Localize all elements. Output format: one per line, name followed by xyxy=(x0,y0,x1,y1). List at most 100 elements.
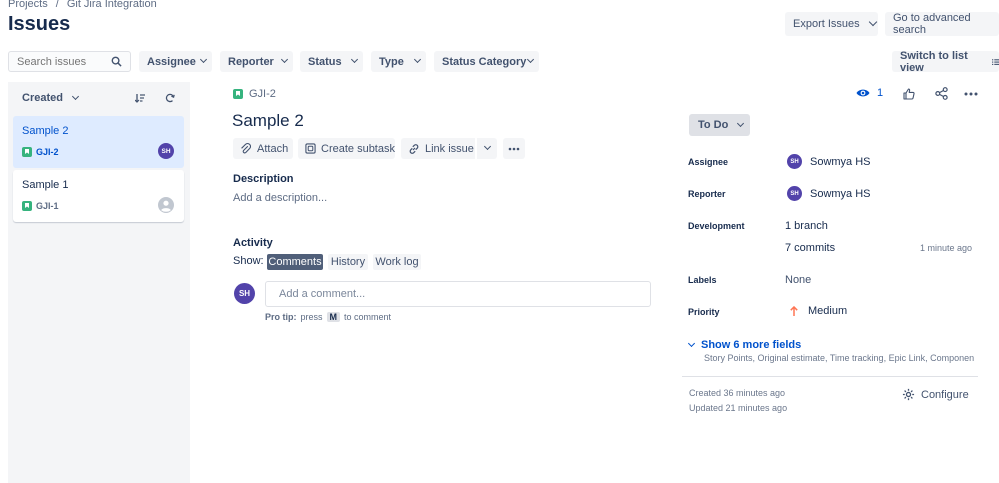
export-issues-label: Export Issues xyxy=(793,18,860,30)
status-filter-label: Status xyxy=(308,55,342,68)
status-value: To Do xyxy=(698,119,729,131)
priority-name: Medium xyxy=(808,305,848,317)
comment-input[interactable]: Add a comment... xyxy=(265,281,651,307)
switch-list-view-button[interactable]: Switch to list view xyxy=(892,49,999,74)
pro-tip-prefix: Pro tip: xyxy=(265,312,297,322)
avatar: SH xyxy=(787,186,802,201)
chevron-down-icon xyxy=(199,55,208,64)
comment-placeholder: Add a comment... xyxy=(279,288,366,300)
create-subtask-button[interactable]: Create subtask xyxy=(298,138,395,159)
advanced-search-button[interactable]: Go to advanced search xyxy=(885,12,999,36)
subtask-icon xyxy=(305,143,316,154)
tab-work-log[interactable]: Work log xyxy=(373,254,421,270)
priority-label: Priority xyxy=(688,307,720,317)
assignee-name: Sowmya HS xyxy=(810,155,871,168)
show-more-fields-label: Show 6 more fields xyxy=(701,339,802,351)
commits-time: 1 minute ago xyxy=(920,243,973,253)
share-icon[interactable] xyxy=(935,87,948,100)
issue-key-link[interactable]: GJI-2 xyxy=(249,88,276,100)
configure-button[interactable]: Configure xyxy=(902,388,969,401)
issue-title[interactable]: Sample 2 xyxy=(232,111,304,131)
unassigned-avatar-icon xyxy=(158,197,174,213)
tab-comments[interactable]: Comments xyxy=(267,254,323,270)
create-subtask-label: Create subtask xyxy=(321,142,395,155)
thumbs-up-icon[interactable] xyxy=(903,88,915,100)
story-icon xyxy=(22,147,32,157)
breadcrumb-project[interactable]: Git Jira Integration xyxy=(67,0,157,10)
eye-icon xyxy=(856,89,870,97)
page-title: Issues xyxy=(8,13,71,35)
attach-button[interactable]: Attach xyxy=(233,138,293,159)
list-view-icon xyxy=(991,58,999,65)
list-item-key-row: GJI-1 xyxy=(22,201,59,211)
chevron-down-icon xyxy=(687,339,696,347)
type-filter[interactable]: Type xyxy=(371,51,426,72)
export-issues-button[interactable]: Export Issues xyxy=(785,12,878,36)
search-input[interactable] xyxy=(8,51,131,72)
link-icon xyxy=(409,143,419,154)
link-issue-dropdown[interactable] xyxy=(477,138,497,159)
assignee-label: Assignee xyxy=(688,157,729,167)
list-item[interactable]: Sample 2 GJI-2 SH xyxy=(13,116,184,168)
reporter-name: Sowmya HS xyxy=(810,187,871,200)
switch-list-view-label: Switch to list view xyxy=(900,49,968,74)
show-more-fields-button[interactable]: Show 6 more fields xyxy=(687,339,802,351)
more-fields-list: Story Points, Original estimate, Time tr… xyxy=(704,353,974,363)
sort-dropdown[interactable]: Created xyxy=(22,92,80,104)
status-dropdown[interactable]: To Do xyxy=(689,114,750,136)
assignee-filter[interactable]: Assignee xyxy=(139,51,212,72)
description-placeholder[interactable]: Add a description... xyxy=(233,192,327,204)
avatar: SH xyxy=(158,143,174,159)
refresh-icon[interactable] xyxy=(165,93,175,103)
status-filter[interactable]: Status xyxy=(300,51,363,72)
details-divider xyxy=(682,376,978,377)
reporter-label: Reporter xyxy=(688,189,726,199)
chevron-down-icon xyxy=(737,119,745,127)
branch-link[interactable]: 1 branch xyxy=(785,220,828,232)
labels-value[interactable]: None xyxy=(785,274,811,286)
assignee-value[interactable]: SH Sowmya HS xyxy=(787,154,871,169)
description-heading: Description xyxy=(233,173,294,185)
labels-label: Labels xyxy=(688,275,717,285)
tab-history[interactable]: History xyxy=(328,254,368,270)
story-icon xyxy=(233,89,243,99)
list-item-key: GJI-1 xyxy=(36,201,59,211)
pro-tip-suffix: to comment xyxy=(344,312,392,322)
reporter-value[interactable]: SH Sowmya HS xyxy=(787,186,871,201)
search-icon[interactable] xyxy=(111,56,122,67)
pro-tip-key: M xyxy=(326,312,341,322)
priority-value[interactable]: Medium xyxy=(790,305,847,317)
created-time: Created 36 minutes ago xyxy=(689,388,786,398)
chevron-down-icon xyxy=(413,55,422,64)
breadcrumb-projects[interactable]: Projects xyxy=(8,0,48,10)
sort-order-icon[interactable] xyxy=(135,93,145,103)
link-issue-button[interactable]: Link issue xyxy=(401,138,475,159)
more-actions-button[interactable] xyxy=(503,138,525,159)
priority-medium-icon xyxy=(790,306,798,316)
reporter-filter-label: Reporter xyxy=(228,55,274,68)
chevron-down-icon xyxy=(350,55,359,64)
search-field[interactable] xyxy=(17,55,109,68)
status-category-filter[interactable]: Status Category xyxy=(434,51,539,72)
more-icon xyxy=(508,147,520,150)
more-icon[interactable] xyxy=(964,92,978,96)
list-item-key-row: GJI-2 xyxy=(22,147,59,157)
reporter-filter[interactable]: Reporter xyxy=(220,51,293,72)
status-category-filter-label: Status Category xyxy=(442,55,527,68)
advanced-search-label: Go to advanced search xyxy=(893,12,971,36)
list-item[interactable]: Sample 1 GJI-1 xyxy=(13,170,184,222)
breadcrumb: Projects / Git Jira Integration xyxy=(8,0,157,10)
link-issue-label: Link issue xyxy=(425,142,474,155)
watch-count: 1 xyxy=(877,87,884,99)
avatar: SH xyxy=(234,283,255,304)
show-label: Show: xyxy=(233,255,264,267)
commits-link[interactable]: 7 commits xyxy=(785,242,835,254)
sort-label: Created xyxy=(22,92,63,104)
watch-button[interactable]: 1 xyxy=(856,87,883,99)
development-label: Development xyxy=(688,221,745,231)
story-icon xyxy=(22,201,32,211)
updated-time: Updated 21 minutes ago xyxy=(689,403,788,413)
paperclip-icon xyxy=(241,143,251,154)
chevron-down-icon xyxy=(868,17,877,27)
list-item-title: Sample 1 xyxy=(22,179,69,191)
